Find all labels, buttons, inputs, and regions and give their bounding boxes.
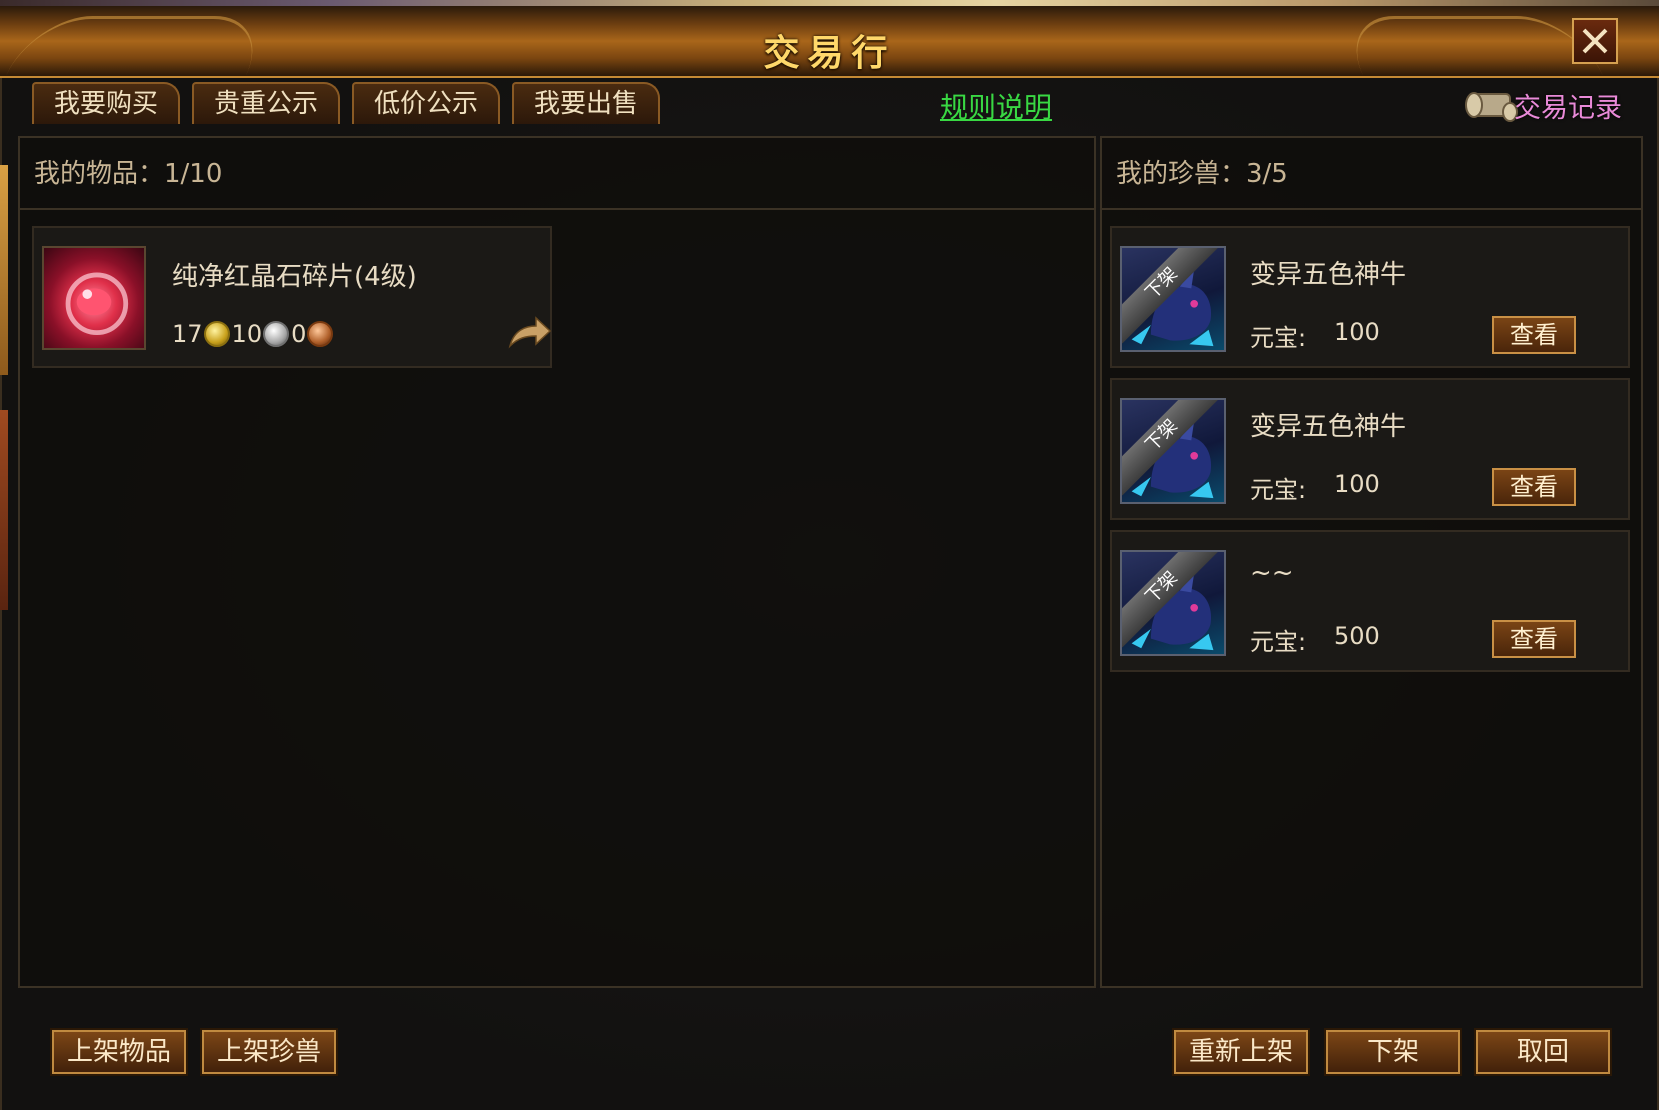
pet-price-value: 100 (1334, 318, 1380, 346)
rules-link[interactable]: 规则说明 (940, 86, 1052, 126)
scroll-icon (1465, 92, 1518, 122)
pet-name: ~~ (1250, 558, 1294, 588)
share-arrow-icon[interactable] (506, 312, 552, 352)
close-button[interactable] (1572, 18, 1618, 64)
view-button[interactable]: 查看 (1492, 468, 1576, 506)
tab-buy[interactable]: 我要购买 (32, 82, 180, 124)
red-gem-icon (42, 246, 146, 350)
silver-amount: 10 (231, 320, 263, 348)
item-card[interactable]: 纯净红晶石碎片(4级) 17 10 0 (32, 226, 552, 368)
trade-record-label: 交易记录 (1514, 92, 1622, 124)
gold-amount: 17 (172, 320, 203, 348)
trade-record-button[interactable]: 交易记录 (1462, 82, 1622, 128)
delist-button[interactable]: 下架 (1326, 1030, 1460, 1074)
relist-button[interactable]: 重新上架 (1174, 1030, 1308, 1074)
bull-icon: 下架 (1120, 246, 1226, 352)
pet-name: 变异五色神牛 (1250, 412, 1407, 442)
item-price: 17 10 0 (172, 320, 335, 348)
close-icon (1582, 28, 1608, 54)
my-items-header: 我的物品：1/10 (20, 138, 1094, 210)
left-edge-accent (0, 165, 8, 375)
list-pet-button[interactable]: 上架珍兽 (202, 1030, 336, 1074)
tab-sell[interactable]: 我要出售 (512, 82, 660, 124)
pet-card[interactable]: 下架 变异五色神牛 元宝: 100 查看 (1110, 378, 1630, 520)
tab-valuable-notice[interactable]: 贵重公示 (192, 82, 340, 124)
view-button[interactable]: 查看 (1492, 620, 1576, 658)
list-item-button[interactable]: 上架物品 (52, 1030, 186, 1074)
silver-coin-icon (263, 321, 290, 347)
copper-amount: 0 (291, 320, 307, 348)
pet-name: 变异五色神牛 (1250, 260, 1407, 290)
gold-coin-icon (203, 321, 230, 347)
my-pets-header: 我的珍兽：3/5 (1102, 138, 1641, 210)
view-button[interactable]: 查看 (1492, 316, 1576, 354)
pet-price-value: 500 (1334, 622, 1380, 650)
retrieve-button[interactable]: 取回 (1476, 1030, 1610, 1074)
copper-coin-icon (307, 321, 334, 347)
pet-price-label: 元宝: (1250, 476, 1307, 504)
pet-price-value: 100 (1334, 470, 1380, 498)
pet-card[interactable]: 下架 变异五色神牛 元宝: 100 查看 (1110, 226, 1630, 368)
window-title: 交易行 (763, 32, 896, 74)
tab-lowprice-notice[interactable]: 低价公示 (352, 82, 500, 124)
pet-price-label: 元宝: (1250, 628, 1307, 656)
pet-price-label: 元宝: (1250, 324, 1307, 352)
bull-icon: 下架 (1120, 398, 1226, 504)
left-edge-accent-lower (0, 410, 8, 610)
item-name: 纯净红晶石碎片(4级) (172, 262, 417, 292)
pet-card[interactable]: 下架 ~~ 元宝: 500 查看 (1110, 530, 1630, 672)
title-bar: 交易行 (0, 6, 1659, 78)
bull-icon: 下架 (1120, 550, 1226, 656)
